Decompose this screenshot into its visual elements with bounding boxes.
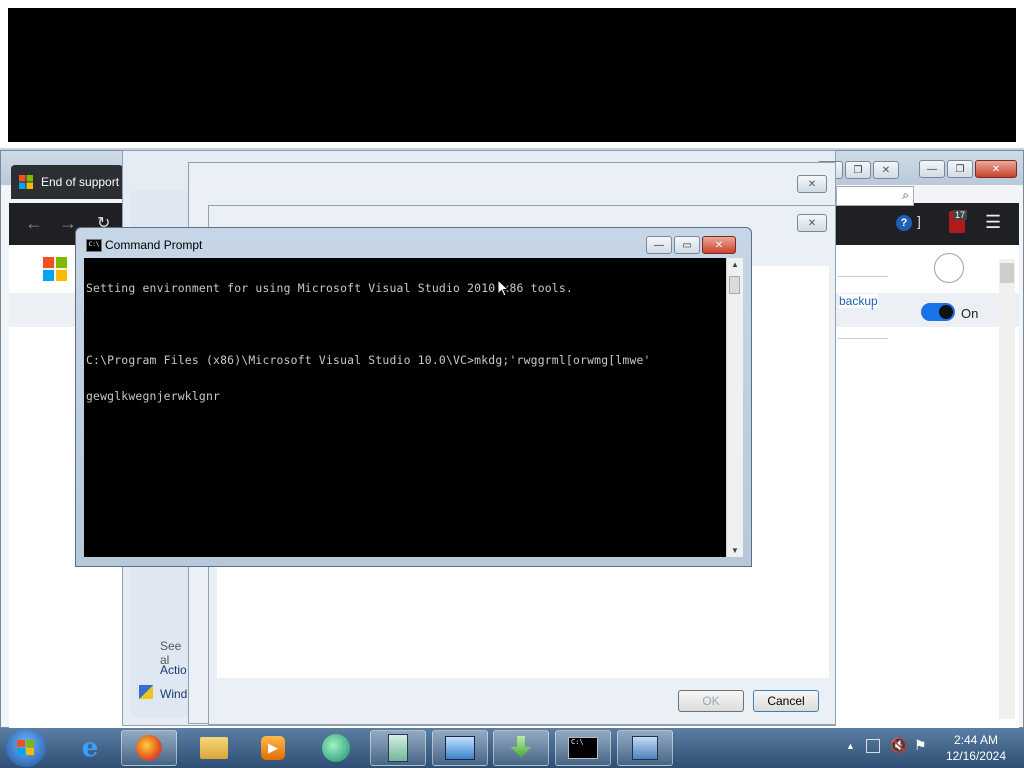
shield-icon	[139, 685, 153, 699]
start-button[interactable]	[6, 729, 46, 767]
minimize-button[interactable]: —	[919, 160, 945, 178]
firefox-icon[interactable]	[121, 730, 177, 766]
internet-explorer-icon[interactable]: e	[62, 730, 118, 766]
console-line: gewglkwegnjerwklgnr	[86, 389, 221, 403]
console-screen[interactable]: Setting environment for using Microsoft …	[84, 258, 726, 557]
command-prompt-title: Command Prompt	[105, 238, 203, 252]
firefox-window-controls: — ❐ ✕	[919, 160, 1017, 178]
media-player-icon[interactable]: ▶	[245, 730, 301, 766]
extension-badge: 17	[953, 210, 968, 220]
cmd-window-controls: — ▭ ✕	[646, 236, 736, 254]
back-icon[interactable]: ←	[25, 213, 43, 234]
command-prompt-icon: C:\	[86, 239, 102, 252]
close-button[interactable]: ✕	[975, 160, 1017, 178]
dialog-close[interactable]: ✕	[797, 175, 827, 193]
search-box[interactable]: ⌕	[836, 186, 914, 206]
microsoft-logo-icon	[43, 257, 67, 281]
search-icon: ⌕	[902, 188, 909, 202]
scroll-up-icon[interactable]: ▲	[731, 260, 739, 269]
firefox-scrollbar[interactable]	[999, 259, 1015, 719]
windows-logo-icon	[17, 740, 34, 755]
console-line: C:\Program Files (x86)\Microsoft Visual …	[86, 353, 651, 367]
divider	[838, 276, 888, 277]
app-swirl-icon[interactable]	[308, 730, 364, 766]
action-center-flag-icon[interactable]: ⚑	[914, 737, 927, 754]
taskbar: e ▶ C:\ ▲ 🔇 ⚑ 2:44 AM 12/16/2024	[0, 728, 1024, 768]
download-manager-icon[interactable]	[493, 730, 549, 766]
console-output: Setting environment for using Microsoft …	[86, 258, 651, 426]
scroll-down-icon[interactable]: ▼	[731, 546, 739, 555]
toggle-label: On	[961, 306, 979, 321]
ok-button[interactable]: OK	[678, 690, 744, 712]
toggle-switch[interactable]	[921, 303, 955, 321]
document-app-icon[interactable]	[370, 730, 426, 766]
hamburger-menu-icon[interactable]: ☰	[985, 212, 1001, 233]
close-button[interactable]: ✕	[702, 236, 736, 254]
system-clock[interactable]: 2:44 AM 12/16/2024	[946, 732, 1006, 764]
restore-button[interactable]: ❐	[947, 160, 973, 178]
console-line: Setting environment for using Microsoft …	[86, 281, 573, 295]
volume-muted-icon[interactable]: 🔇	[890, 737, 907, 754]
properties-dialog-close[interactable]: ✕	[797, 214, 827, 232]
help-icon[interactable]: ?	[896, 215, 912, 231]
console-scrollbar[interactable]: ▲ ▼	[726, 258, 743, 557]
microsoft-logo-icon	[19, 175, 33, 189]
control-panel-icon[interactable]	[432, 730, 488, 766]
minimize-button[interactable]: —	[646, 236, 672, 254]
restore-button[interactable]: ❐	[845, 161, 871, 179]
clock-time: 2:44 AM	[953, 733, 998, 747]
mouse-cursor-icon	[498, 280, 510, 297]
show-hidden-icons-icon[interactable]: ▲	[846, 741, 855, 751]
clock-date: 12/16/2024	[945, 749, 1006, 763]
network-search-icon[interactable]	[617, 730, 673, 766]
close-button[interactable]: ✕	[873, 161, 899, 179]
scroll-thumb[interactable]	[729, 276, 740, 294]
bracket-icon: ]	[917, 213, 921, 229]
network-icon[interactable]	[866, 739, 880, 753]
cancel-button[interactable]: Cancel	[753, 690, 819, 712]
video-frame	[0, 0, 1024, 148]
command-prompt-taskbar-icon[interactable]: C:\	[555, 730, 611, 766]
video-black-area	[8, 8, 1016, 142]
maximize-button[interactable]: ▭	[674, 236, 700, 254]
firefox-tab[interactable]: End of support	[11, 165, 123, 199]
account-icon[interactable]	[934, 253, 964, 283]
windows-update-link[interactable]: Wind	[160, 687, 187, 701]
firefox-tab-label: End of support	[41, 175, 120, 189]
command-prompt-window: C:\ Command Prompt — ▭ ✕ Setting environ…	[75, 227, 752, 567]
file-explorer-icon[interactable]	[186, 730, 242, 766]
action-center-link[interactable]: Actio	[160, 663, 187, 677]
divider	[838, 338, 888, 339]
backup-link-visible[interactable]: backup	[839, 294, 878, 308]
